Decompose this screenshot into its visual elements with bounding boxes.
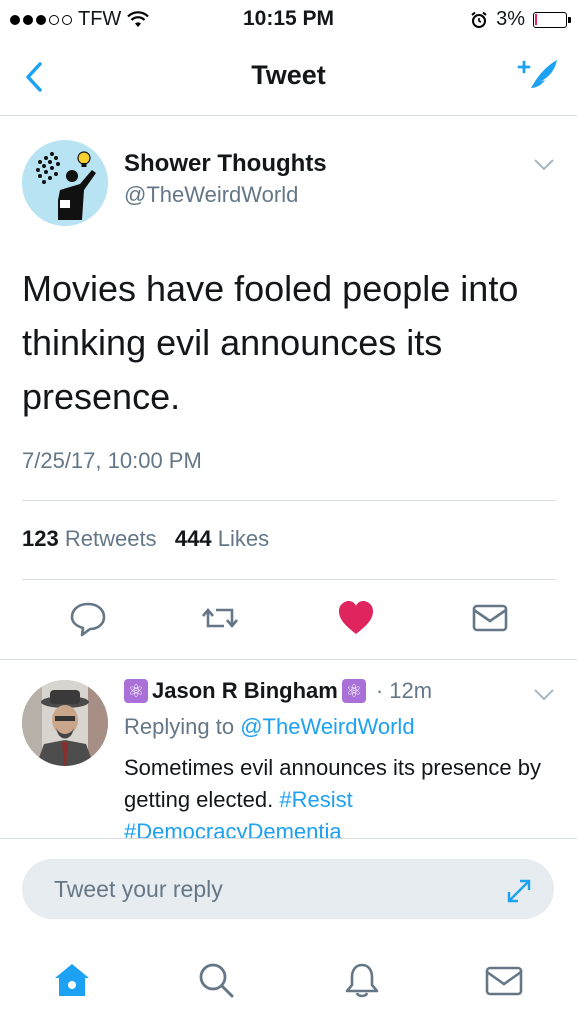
nav-bar: Tweet bbox=[0, 40, 577, 116]
atom-emoji-icon: ⚛ bbox=[124, 679, 148, 703]
tab-bar bbox=[0, 934, 577, 1024]
retweet-stat[interactable]: 123 Retweets bbox=[22, 526, 157, 551]
tweet-text: Movies have fooled people into thinking … bbox=[22, 268, 519, 417]
reply-text: Sometimes evil announces its presence by… bbox=[124, 752, 544, 838]
replying-to: Replying to @TheWeirdWorld bbox=[124, 714, 415, 740]
author-handle[interactable]: @TheWeirdWorld bbox=[124, 182, 298, 208]
reply-author-name[interactable]: Jason R Bingham bbox=[152, 678, 338, 704]
replying-to-handle[interactable]: @TheWeirdWorld bbox=[240, 714, 414, 739]
tweet-timestamp: 7/25/17, 10:00 PM bbox=[22, 448, 202, 473]
retweet-count: 123 bbox=[22, 526, 59, 551]
reply-composer bbox=[0, 838, 577, 934]
battery-percent: 3% bbox=[496, 8, 525, 30]
expand-icon[interactable] bbox=[505, 877, 533, 905]
reply-icon[interactable] bbox=[68, 598, 108, 638]
battery-icon bbox=[533, 11, 571, 28]
author-name[interactable]: Shower Thoughts bbox=[124, 150, 327, 178]
direct-message-icon[interactable] bbox=[470, 598, 510, 638]
reply-author-avatar[interactable] bbox=[22, 680, 108, 766]
like-label: Likes bbox=[217, 526, 270, 551]
chevron-down-icon[interactable] bbox=[533, 158, 555, 172]
status-bar: TFW 10:15 PM 3% bbox=[0, 0, 577, 40]
divider bbox=[22, 500, 556, 501]
notifications-bell-icon[interactable] bbox=[342, 960, 382, 1000]
retweet-label: Retweets bbox=[64, 526, 157, 551]
reply-time: · 12m bbox=[375, 678, 433, 703]
page-title: Tweet bbox=[251, 60, 326, 90]
status-right: 3% bbox=[470, 8, 571, 31]
divider bbox=[0, 659, 577, 660]
compose-quill-icon[interactable] bbox=[515, 56, 561, 96]
messages-icon[interactable] bbox=[484, 960, 524, 1000]
author-avatar[interactable] bbox=[22, 140, 108, 226]
chevron-down-icon[interactable] bbox=[533, 688, 555, 702]
like-count: 444 bbox=[174, 526, 212, 551]
avatar-photo bbox=[22, 680, 108, 766]
divider bbox=[22, 579, 556, 580]
replying-to-prefix: Replying to bbox=[124, 714, 235, 739]
tweet-actions bbox=[0, 598, 577, 644]
reply-header: ⚛ Jason R Bingham ⚛ · 12m bbox=[124, 678, 432, 704]
like-stat[interactable]: 444 Likes bbox=[175, 526, 269, 551]
reply-input[interactable] bbox=[22, 859, 554, 919]
shower-thoughts-logo bbox=[22, 140, 108, 226]
tweet-stats: 123 Retweets 444 Likes bbox=[22, 526, 269, 552]
alarm-icon bbox=[471, 11, 487, 28]
search-icon[interactable] bbox=[196, 960, 236, 1000]
home-icon[interactable] bbox=[52, 960, 92, 1000]
retweet-icon[interactable] bbox=[200, 598, 240, 638]
atom-emoji-icon: ⚛ bbox=[341, 679, 366, 703]
like-heart-icon[interactable] bbox=[336, 598, 376, 638]
